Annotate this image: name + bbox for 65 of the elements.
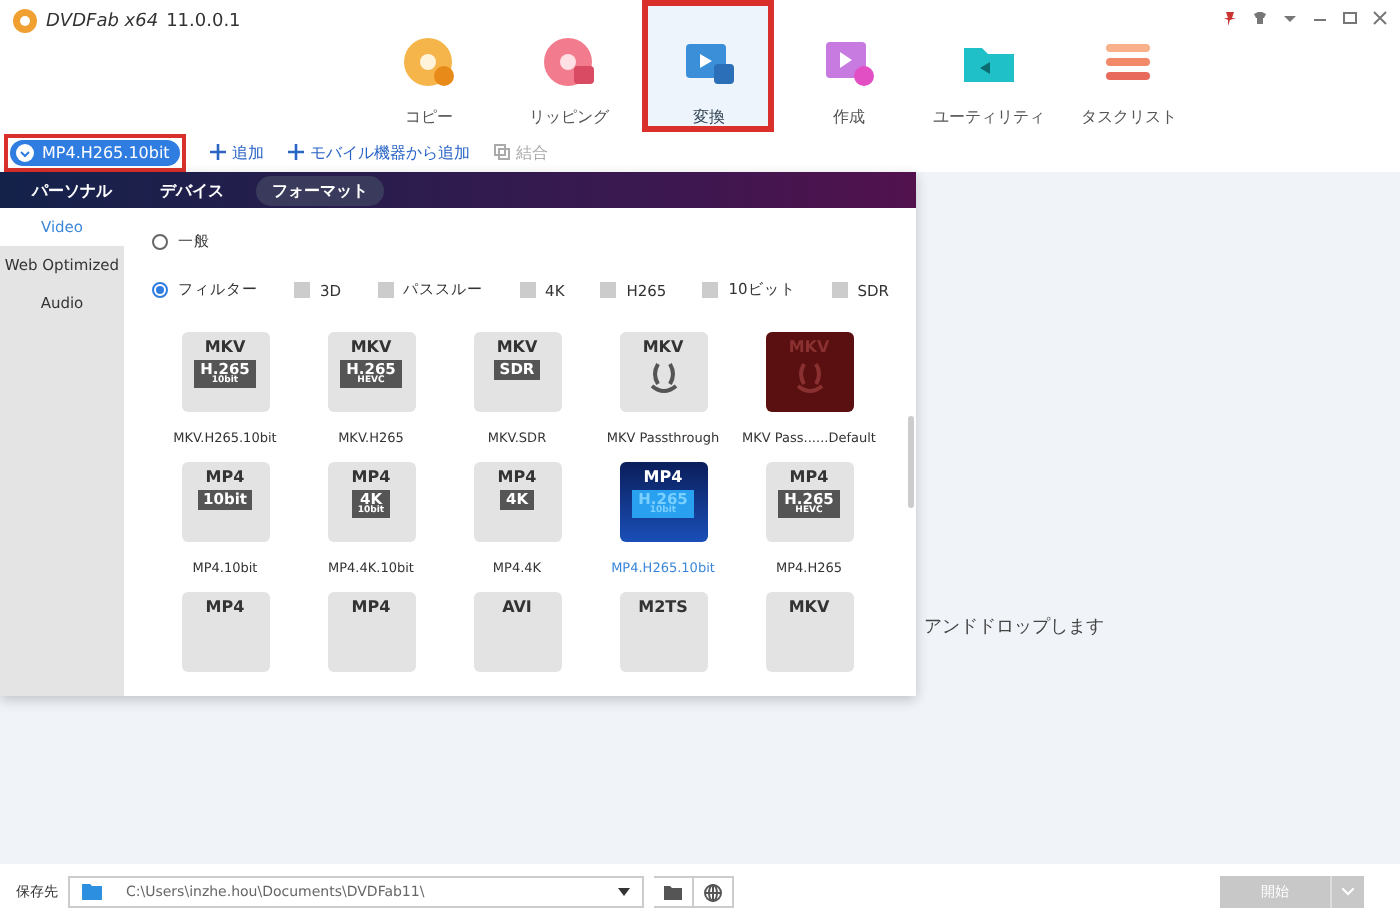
close-icon[interactable] [1372, 10, 1388, 26]
app-version: 11.0.0.1 [166, 11, 241, 31]
merge-icon [493, 144, 510, 160]
nav-tab[interactable]: タスクリスト [1062, 0, 1195, 132]
format-name: MP4 [205, 598, 245, 616]
drop-hint: アンドドロップします [924, 614, 1106, 640]
nav-tab[interactable]: 変換 [642, 0, 775, 132]
format-name: M2TS [638, 598, 688, 616]
nav-tab[interactable]: コピー [362, 0, 495, 132]
browse-button[interactable] [654, 876, 694, 908]
pin-icon[interactable] [1222, 10, 1238, 26]
format-tile[interactable]: AVI [473, 592, 561, 672]
app-name: DVDFab x64 [46, 11, 159, 31]
panel-tab[interactable]: デバイス [144, 175, 240, 205]
passthrough-icon [793, 360, 825, 396]
filter-checkbox[interactable] [702, 282, 719, 298]
passthrough-icon [647, 360, 679, 396]
format-tile[interactable]: MKV [765, 592, 853, 672]
filter-checkbox[interactable] [519, 282, 536, 298]
format-name: MKV [642, 338, 684, 356]
filter-checkbox[interactable] [377, 282, 394, 298]
filter-checkbox[interactable] [831, 282, 848, 298]
panel-tab[interactable]: フォーマット [256, 175, 384, 205]
nav-tab[interactable]: ユーティリティ [922, 0, 1055, 132]
folder-icon [82, 884, 102, 900]
maximize-icon[interactable] [1342, 10, 1358, 26]
format-name: AVI [502, 598, 532, 616]
format-name: MKV [496, 338, 538, 356]
logo-icon [12, 8, 38, 34]
profile-button[interactable]: MP4.H265.10bit [10, 139, 180, 165]
format-name: MKV [350, 338, 392, 356]
format-name: MKV [788, 598, 830, 616]
format-name: MP4 [351, 598, 391, 616]
format-tile[interactable]: M2TS [619, 592, 707, 672]
plus-icon [209, 144, 226, 160]
scrollbar[interactable] [908, 416, 914, 508]
filter-checkbox[interactable] [294, 282, 310, 298]
format-name: MP4 [351, 468, 391, 486]
dropdown-icon[interactable] [1282, 10, 1298, 26]
folder-icon [664, 883, 682, 901]
caret-icon [618, 888, 630, 896]
format-name: MP4 [789, 468, 829, 486]
format-name: MKV [204, 338, 246, 356]
panel-tab[interactable]: パーソナル [16, 175, 128, 205]
mode-radio[interactable] [152, 282, 168, 298]
shirt-icon[interactable] [1252, 10, 1268, 26]
format-name: MP4 [497, 468, 537, 486]
add-mobile-button[interactable]: モバイル機器から追加 [287, 141, 470, 163]
format-tile[interactable]: MKV [619, 332, 707, 412]
caret-icon [1342, 888, 1354, 896]
ripping-icon [540, 34, 597, 90]
filter-checkbox[interactable] [600, 282, 617, 298]
copy-icon [400, 34, 457, 90]
format-name: MP4 [643, 468, 683, 486]
chevron-icon [16, 143, 34, 161]
globe-icon [704, 883, 722, 901]
format-name: MP4 [205, 468, 245, 486]
nav-tab[interactable]: 作成 [782, 0, 915, 132]
web-button[interactable] [694, 876, 734, 908]
nav-tab[interactable]: リッピング [502, 0, 635, 132]
format-tile[interactable]: MP4 [327, 592, 415, 672]
add-button[interactable]: 追加 [209, 141, 264, 163]
mode-radio[interactable] [152, 234, 168, 250]
plus-icon [287, 144, 304, 160]
format-tile[interactable]: MP4 [181, 592, 269, 672]
